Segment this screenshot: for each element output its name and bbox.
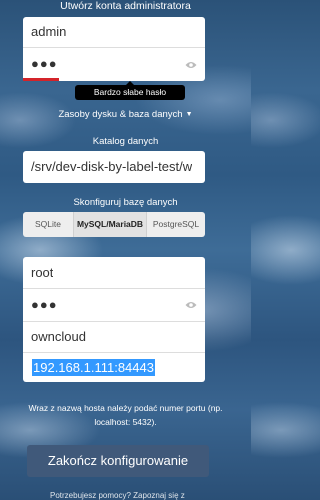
caret-down-icon: ▼	[185, 111, 193, 118]
admin-password-value: ●●●	[31, 56, 58, 71]
db-tab-postgresql[interactable]: PostgreSQL	[147, 212, 205, 237]
admin-username-field[interactable]: admin	[23, 17, 205, 48]
admin-username-value: admin	[31, 24, 67, 39]
eye-icon[interactable]	[185, 61, 197, 69]
help-footer[interactable]: Potrzebujesz pomocy? Zapoznaj się z	[50, 490, 230, 500]
db-password-field[interactable]: ●●●	[23, 289, 205, 322]
data-dir-field[interactable]: /srv/dev-disk-by-label-test/w	[23, 151, 205, 183]
db-tab-sqlite[interactable]: SQLite	[23, 212, 73, 237]
db-tab-mysql[interactable]: MySQL/MariaDB	[73, 212, 147, 237]
finish-setup-button[interactable]: Zakończ konfigurowanie	[27, 445, 209, 477]
help-footer-text: Potrzebujesz pomocy? Zapoznaj się z	[50, 491, 185, 500]
db-config-label: Skonfiguruj bazę danych	[73, 197, 178, 208]
db-name-value: owncloud	[31, 329, 86, 344]
db-host-value: 192.168.1.111:84443	[32, 359, 155, 376]
db-host-field[interactable]: 192.168.1.111:84443	[23, 353, 205, 382]
db-user-field[interactable]: root	[23, 257, 205, 289]
db-user-value: root	[31, 265, 54, 280]
db-type-selector: SQLite MySQL/MariaDB PostgreSQL	[23, 212, 205, 237]
password-strength-tooltip: Bardzo słabe hasło	[75, 81, 185, 100]
db-host-hint: Wraz z nazwą hosta należy podać numer po…	[28, 403, 223, 427]
admin-password-field[interactable]: ●●●	[23, 48, 205, 81]
password-strength-bar	[23, 78, 60, 81]
eye-icon[interactable]	[185, 301, 197, 309]
page-title: Utwórz konta administratora	[60, 0, 191, 12]
storage-database-toggle[interactable]: Zasoby dysku & baza danych ▼	[0, 108, 251, 122]
db-name-field[interactable]: owncloud	[23, 322, 205, 353]
storage-toggle-label: Zasoby dysku & baza danych	[58, 109, 183, 120]
data-dir-value: /srv/dev-disk-by-label-test/w	[31, 159, 193, 174]
data-dir-label: Katalog danych	[92, 136, 159, 147]
db-password-value: ●●●	[31, 297, 58, 312]
